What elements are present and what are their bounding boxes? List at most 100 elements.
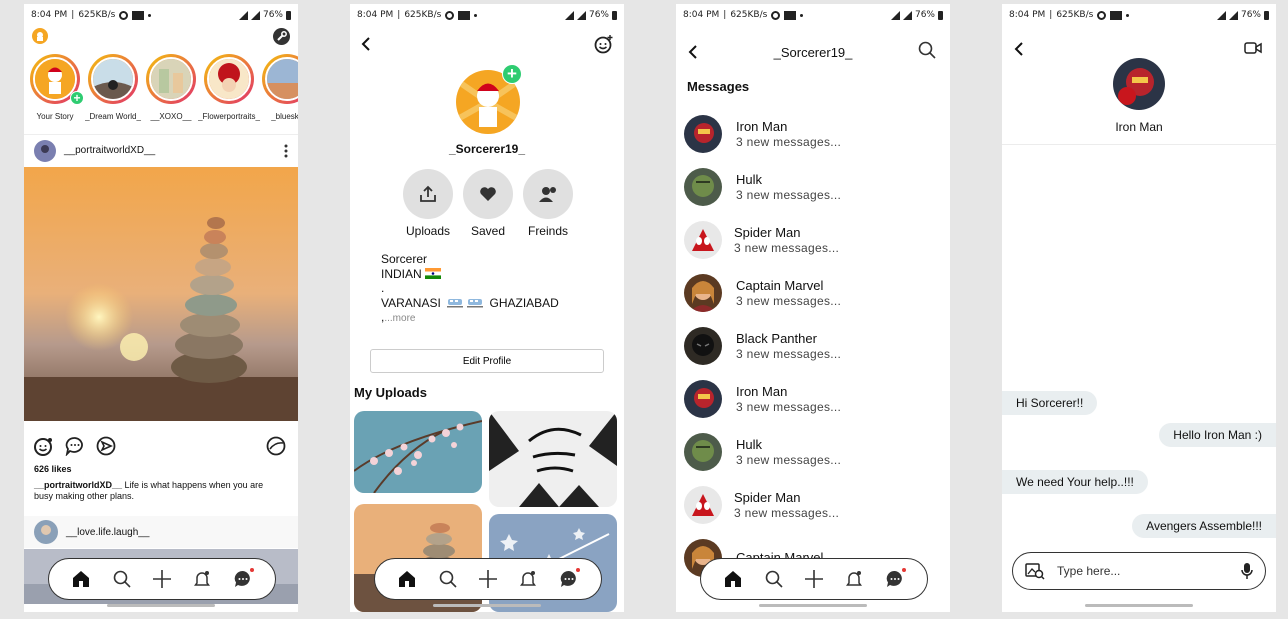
home-indicator xyxy=(759,604,867,607)
back-chevron-icon[interactable] xyxy=(360,36,372,52)
nav-notifications[interactable] xyxy=(514,565,542,593)
status-bar: 8:04 PM | 625KB/s 76% xyxy=(24,4,298,26)
nav-search[interactable] xyxy=(108,565,136,593)
unread-dot xyxy=(901,568,906,572)
post-username[interactable]: __love.life.laugh__ xyxy=(66,527,149,538)
story-avatar[interactable] xyxy=(262,54,298,104)
chat-contact-avatar[interactable] xyxy=(1113,58,1165,110)
more-options-icon[interactable] xyxy=(284,144,288,158)
microphone-icon[interactable] xyxy=(1241,562,1253,580)
edit-profile-button[interactable]: Edit Profile xyxy=(370,349,604,373)
post-caption: __portraitworldXD__ Life is what happens… xyxy=(34,480,274,502)
add-story-icon[interactable]: + xyxy=(70,91,84,105)
battery-icon xyxy=(938,10,943,20)
settings-wrench-icon[interactable] xyxy=(273,28,290,45)
share-icon[interactable] xyxy=(96,436,116,456)
save-post-icon[interactable] xyxy=(266,436,286,456)
contact-avatar xyxy=(684,380,722,418)
story-item[interactable]: __XOXO__ xyxy=(146,54,196,121)
profile-screen: 8:04 PM | 625KB/s 76% + _Sorcerer19_ Uploa… xyxy=(350,4,624,612)
post-header: __portraitworldXD__ xyxy=(24,134,298,166)
nav-messages[interactable] xyxy=(881,565,909,593)
add-photo-icon[interactable]: + xyxy=(502,64,522,84)
sim-icon xyxy=(132,10,145,20)
video-call-icon[interactable] xyxy=(1244,41,1262,55)
story-avatar[interactable] xyxy=(88,54,138,104)
story-avatar[interactable]: + xyxy=(30,54,84,105)
conversation-item[interactable]: Hulk 3 new messages... xyxy=(684,430,950,474)
upload-thumbnail[interactable] xyxy=(354,411,482,493)
search-icon[interactable] xyxy=(918,41,936,59)
add-emoji-icon[interactable] xyxy=(594,34,614,54)
friends-button[interactable]: Freinds xyxy=(522,169,574,238)
friends-label: Freinds xyxy=(527,224,568,238)
conversation-item[interactable]: Spider Man 3 new messages... xyxy=(684,218,950,262)
status-speed: 625KB/s xyxy=(78,10,116,20)
nav-home[interactable] xyxy=(67,565,95,593)
nav-add[interactable] xyxy=(800,565,828,593)
nav-add[interactable] xyxy=(474,565,502,593)
status-time: 8:04 PM xyxy=(1009,10,1046,20)
status-bar: 8:04 PM | 625KB/s 76% xyxy=(1002,4,1276,26)
profile-actions: Uploads Saved Freinds xyxy=(402,169,574,238)
bio-more-link[interactable]: ...more xyxy=(384,313,415,324)
contact-name: Iron Man xyxy=(736,119,788,134)
nav-search[interactable] xyxy=(434,565,462,593)
attach-image-icon[interactable] xyxy=(1025,562,1045,580)
saved-button[interactable]: Saved xyxy=(462,169,514,238)
chat-bubble-icon xyxy=(560,570,576,587)
contact-name: Hulk xyxy=(736,172,763,187)
story-item[interactable]: _Flowerportraits_ xyxy=(198,54,260,121)
conversation-item[interactable]: Captain Marvel 3 new messages... xyxy=(684,271,950,315)
like-emoji-icon[interactable] xyxy=(34,436,54,456)
alarm-icon xyxy=(771,10,781,20)
story-avatar[interactable] xyxy=(204,54,254,104)
story-item[interactable]: _bluesky xyxy=(262,54,298,121)
contact-avatar xyxy=(684,168,722,206)
nav-search[interactable] xyxy=(760,565,788,593)
nav-home[interactable] xyxy=(719,565,747,593)
caption-username[interactable]: __portraitworldXD__ xyxy=(34,480,122,490)
nav-add[interactable] xyxy=(148,565,176,593)
conversation-item[interactable]: Iron Man 3 new messages... xyxy=(684,377,950,421)
post-image[interactable] xyxy=(24,167,298,421)
message-preview: 3 new messages... xyxy=(736,400,842,414)
app-logo-icon[interactable] xyxy=(32,28,48,44)
status-time: 8:04 PM xyxy=(31,10,68,20)
nav-messages[interactable] xyxy=(555,565,583,593)
conversation-item[interactable]: Spider Man 3 new messages... xyxy=(684,483,950,527)
post-avatar[interactable] xyxy=(34,139,56,162)
story-item[interactable]: _Dream World_ xyxy=(85,54,141,121)
contact-name: Hulk xyxy=(736,437,763,452)
nav-notifications[interactable] xyxy=(840,565,868,593)
upload-thumbnail[interactable] xyxy=(489,411,617,507)
conversation-item[interactable]: Black Panther 3 new messages... xyxy=(684,324,950,368)
back-chevron-icon[interactable] xyxy=(1013,41,1025,57)
status-time: 8:04 PM xyxy=(357,10,394,20)
contact-name: Spider Man xyxy=(734,490,801,505)
uploads-button[interactable]: Uploads xyxy=(402,169,454,238)
conversation-item[interactable]: Iron Man 3 new messages... xyxy=(684,112,950,156)
plus-icon xyxy=(804,570,823,588)
signal-icon xyxy=(250,10,260,20)
status-battery: 76% xyxy=(914,10,935,20)
heart-icon xyxy=(480,187,496,201)
status-speed: 625KB/s xyxy=(404,10,442,20)
home-indicator xyxy=(433,604,541,607)
status-bar: 8:04 PM | 625KB/s 76% xyxy=(350,4,624,26)
comment-icon[interactable] xyxy=(65,436,85,456)
post-username[interactable]: __portraitworldXD__ xyxy=(64,145,155,156)
upload-icon xyxy=(420,185,436,202)
nav-home[interactable] xyxy=(393,565,421,593)
signal-icon xyxy=(1228,10,1238,20)
story-item[interactable]: + Your Story xyxy=(30,54,84,121)
post-avatar[interactable] xyxy=(34,520,58,544)
nav-messages[interactable] xyxy=(229,565,257,593)
message-input[interactable] xyxy=(1057,564,1241,578)
nav-notifications[interactable] xyxy=(188,565,216,593)
story-avatar[interactable] xyxy=(146,54,196,104)
bio-line: Sorcerer xyxy=(381,252,428,266)
status-time: 8:04 PM xyxy=(683,10,720,20)
conversation-item[interactable]: Hulk 3 new messages... xyxy=(684,165,950,209)
sim-icon xyxy=(784,10,797,20)
